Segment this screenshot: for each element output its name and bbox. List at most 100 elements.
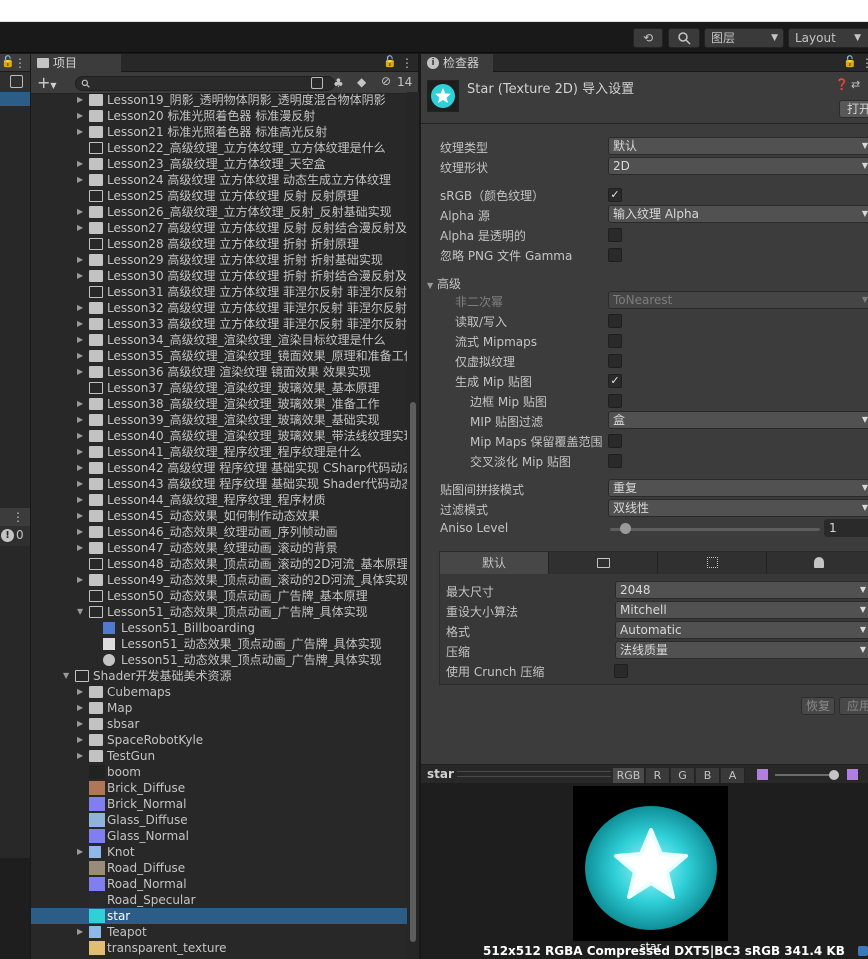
resize-algorithm-dropdown[interactable]: Mitchell ▼: [615, 601, 868, 619]
asset-row[interactable]: ▶ Knot: [31, 844, 407, 860]
foldout-closed-icon[interactable]: ▶: [77, 300, 87, 316]
folder-row[interactable]: ▶ Lesson46_动态效果_纹理动画_序列帧动画: [31, 524, 407, 540]
folder-row[interactable]: ▶ Lesson24 高级纹理 立方体纹理 动态生成立方体纹理: [31, 172, 407, 188]
apply-button[interactable]: 应用: [839, 697, 868, 715]
asset-row[interactable]: Glass_Diffuse: [31, 812, 407, 828]
format-dropdown[interactable]: Automatic ▼: [615, 621, 868, 639]
foldout-closed-icon[interactable]: ▶: [77, 124, 87, 140]
folder-row[interactable]: ▶ Lesson26_高级纹理_立方体纹理_反射_反射基础实现: [31, 204, 407, 220]
foldout-closed-icon[interactable]: ▶: [77, 348, 87, 364]
channel-button-r[interactable]: R: [646, 768, 670, 783]
asset-row[interactable]: Brick_Diffuse: [31, 780, 407, 796]
foldout-closed-icon[interactable]: ▶: [77, 732, 87, 748]
folder-row[interactable]: ▶ Lesson27 高级纹理 立方体纹理 反射 反射结合漫反射及阴: [31, 220, 407, 236]
folder-row[interactable]: ▶ SpaceRobotKyle: [31, 732, 407, 748]
asset-row[interactable]: Road_Normal: [31, 876, 407, 892]
folder-row[interactable]: ▶ Lesson33 高级纹理 立方体纹理 菲涅尔反射 菲涅尔反射结: [31, 316, 407, 332]
foldout-closed-icon[interactable]: ▶: [77, 396, 87, 412]
foldout-closed-icon[interactable]: ▶: [77, 364, 87, 380]
folder-row[interactable]: ▼ Shader开发基础美术资源: [31, 668, 407, 684]
folder-row[interactable]: ▶ Lesson40_高级纹理_渲染纹理_玻璃效果_带法线纹理实现: [31, 428, 407, 444]
readwrite-checkbox[interactable]: [608, 314, 622, 328]
foldout-closed-icon[interactable]: ▶: [77, 108, 87, 124]
filter-by-type-icon[interactable]: ♣: [333, 76, 344, 90]
folder-row[interactable]: ▶ Lesson41_高级纹理_程序纹理_程序纹理是什么: [31, 444, 407, 460]
layers-dropdown[interactable]: 图层 ▼: [704, 28, 784, 48]
more-menu-icon[interactable]: ⋮: [401, 56, 413, 70]
aniso-level-slider[interactable]: [610, 528, 820, 531]
tab-default-platform[interactable]: 默认: [440, 552, 549, 574]
foldout-closed-icon[interactable]: ▶: [77, 268, 87, 284]
mip-filter-dropdown[interactable]: 盒 ▼: [608, 411, 868, 429]
presets-icon[interactable]: ⇄: [851, 78, 860, 91]
wrap-mode-dropdown[interactable]: 重复 ▼: [608, 479, 868, 497]
foldout-closed-icon[interactable]: ▶: [77, 252, 87, 268]
folder-row[interactable]: Lesson25 高级纹理 立方体纹理 反射 反射原理: [31, 188, 407, 204]
folder-row[interactable]: ▶ Lesson38_高级纹理_渲染纹理_玻璃效果_准备工作: [31, 396, 407, 412]
lock-icon[interactable]: 🔓: [843, 55, 857, 68]
help-icon[interactable]: ❓: [835, 78, 849, 91]
create-button[interactable]: +▼: [37, 73, 57, 92]
folder-row[interactable]: Lesson37_高级纹理_渲染纹理_玻璃效果_基本原理: [31, 380, 407, 396]
search-button[interactable]: [668, 28, 700, 48]
ignore-gamma-checkbox[interactable]: [608, 248, 622, 262]
tab-project[interactable]: 项目: [31, 54, 121, 72]
foldout-closed-icon[interactable]: ▶: [77, 700, 87, 716]
folder-row[interactable]: ▶ Lesson30 高级纹理 立方体纹理 折射 折射结合漫反射及阴: [31, 268, 407, 284]
fadeout-mip-checkbox[interactable]: [608, 454, 622, 468]
foldout-closed-icon[interactable]: ▶: [77, 156, 87, 172]
folder-row[interactable]: ▶ Lesson43 高级纹理 程序纹理 基础实现 Shader代码动态生: [31, 476, 407, 492]
lock-icon[interactable]: 🔓: [383, 55, 397, 68]
folder-row[interactable]: ▶ Lesson36 高级纹理 渲染纹理 镜面效果 效果实现: [31, 364, 407, 380]
folder-row[interactable]: ▶ Lesson49_动态效果_顶点动画_滚动的2D河流_具体实现: [31, 572, 407, 588]
tab-webgl-platform[interactable]: [658, 552, 767, 574]
revert-button[interactable]: 恢复: [801, 697, 835, 715]
foldout-closed-icon[interactable]: ▶: [77, 220, 87, 236]
history-button[interactable]: ⟲: [633, 28, 663, 48]
folder-row[interactable]: ▶ Lesson47_动态效果_纹理动画_滚动的背景: [31, 540, 407, 556]
foldout-open-icon[interactable]: ▼: [63, 668, 73, 684]
folder-row[interactable]: ▶ Lesson32 高级纹理 立方体纹理 菲涅尔反射 菲涅尔反射基: [31, 300, 407, 316]
folder-row[interactable]: ▶ Cubemaps: [31, 684, 407, 700]
foldout-closed-icon[interactable]: ▶: [77, 748, 87, 764]
asset-row[interactable]: Lesson51_动态效果_顶点动画_广告牌_具体实现: [31, 652, 407, 668]
foldout-closed-icon[interactable]: ▶: [77, 332, 87, 348]
more-menu-icon[interactable]: ⋮: [861, 56, 868, 70]
asset-row[interactable]: Road_Specular: [31, 892, 407, 908]
folder-row[interactable]: ▼ Lesson51_动态效果_顶点动画_广告牌_具体实现: [31, 604, 407, 620]
asset-row[interactable]: Glass_Normal: [31, 828, 407, 844]
foldout-closed-icon[interactable]: ▶: [77, 316, 87, 332]
channel-button-a[interactable]: A: [721, 768, 745, 783]
tab-standalone-platform[interactable]: [549, 552, 658, 574]
folder-row[interactable]: ▶ sbsar: [31, 716, 407, 732]
texture-shape-dropdown[interactable]: 2D ▼: [608, 157, 868, 175]
scene-search-icon[interactable]: [10, 75, 23, 88]
asset-row[interactable]: transparent_texture: [31, 940, 407, 956]
foldout-closed-icon[interactable]: ▶: [77, 924, 87, 940]
mip-level-slider[interactable]: [775, 774, 837, 776]
tab-android-platform[interactable]: [767, 552, 868, 574]
asset-row[interactable]: ▶ Teapot: [31, 924, 407, 940]
foldout-closed-icon[interactable]: ▶: [77, 204, 87, 220]
texture-type-dropdown[interactable]: 默认 ▼: [608, 137, 868, 155]
foldout-closed-icon[interactable]: ▶: [77, 572, 87, 588]
mip-level-slider-thumb[interactable]: [829, 770, 839, 780]
channel-button-g[interactable]: G: [671, 768, 695, 783]
asset-row[interactable]: star: [31, 908, 407, 924]
folder-row[interactable]: ▶ Lesson39_高级纹理_渲染纹理_玻璃效果_基础实现: [31, 412, 407, 428]
foldout-closed-icon[interactable]: ▶: [77, 508, 87, 524]
foldout-closed-icon[interactable]: ▶: [77, 844, 87, 860]
folder-row[interactable]: ▶ Lesson42 高级纹理 程序纹理 基础实现 CSharp代码动态生: [31, 460, 407, 476]
folder-row[interactable]: ▶ Lesson44_高级纹理_程序纹理_程序材质: [31, 492, 407, 508]
foldout-closed-icon[interactable]: ▶: [77, 412, 87, 428]
folder-row[interactable]: ▶ Map: [31, 700, 407, 716]
foldout-closed-icon[interactable]: ▶: [77, 524, 87, 540]
left-panel-selected-row[interactable]: [0, 92, 30, 106]
compression-dropdown[interactable]: 法线质量 ▼: [615, 641, 868, 659]
preserve-coverage-checkbox[interactable]: [608, 434, 622, 448]
label-filter-icon[interactable]: ◆: [357, 75, 366, 89]
asset-row[interactable]: Road_Diffuse: [31, 860, 407, 876]
folder-row[interactable]: Lesson28 高级纹理 立方体纹理 折射 折射原理: [31, 236, 407, 252]
generate-mip-checkbox[interactable]: ✓: [608, 374, 622, 388]
alpha-source-dropdown[interactable]: 输入纹理 Alpha ▼: [608, 205, 868, 223]
